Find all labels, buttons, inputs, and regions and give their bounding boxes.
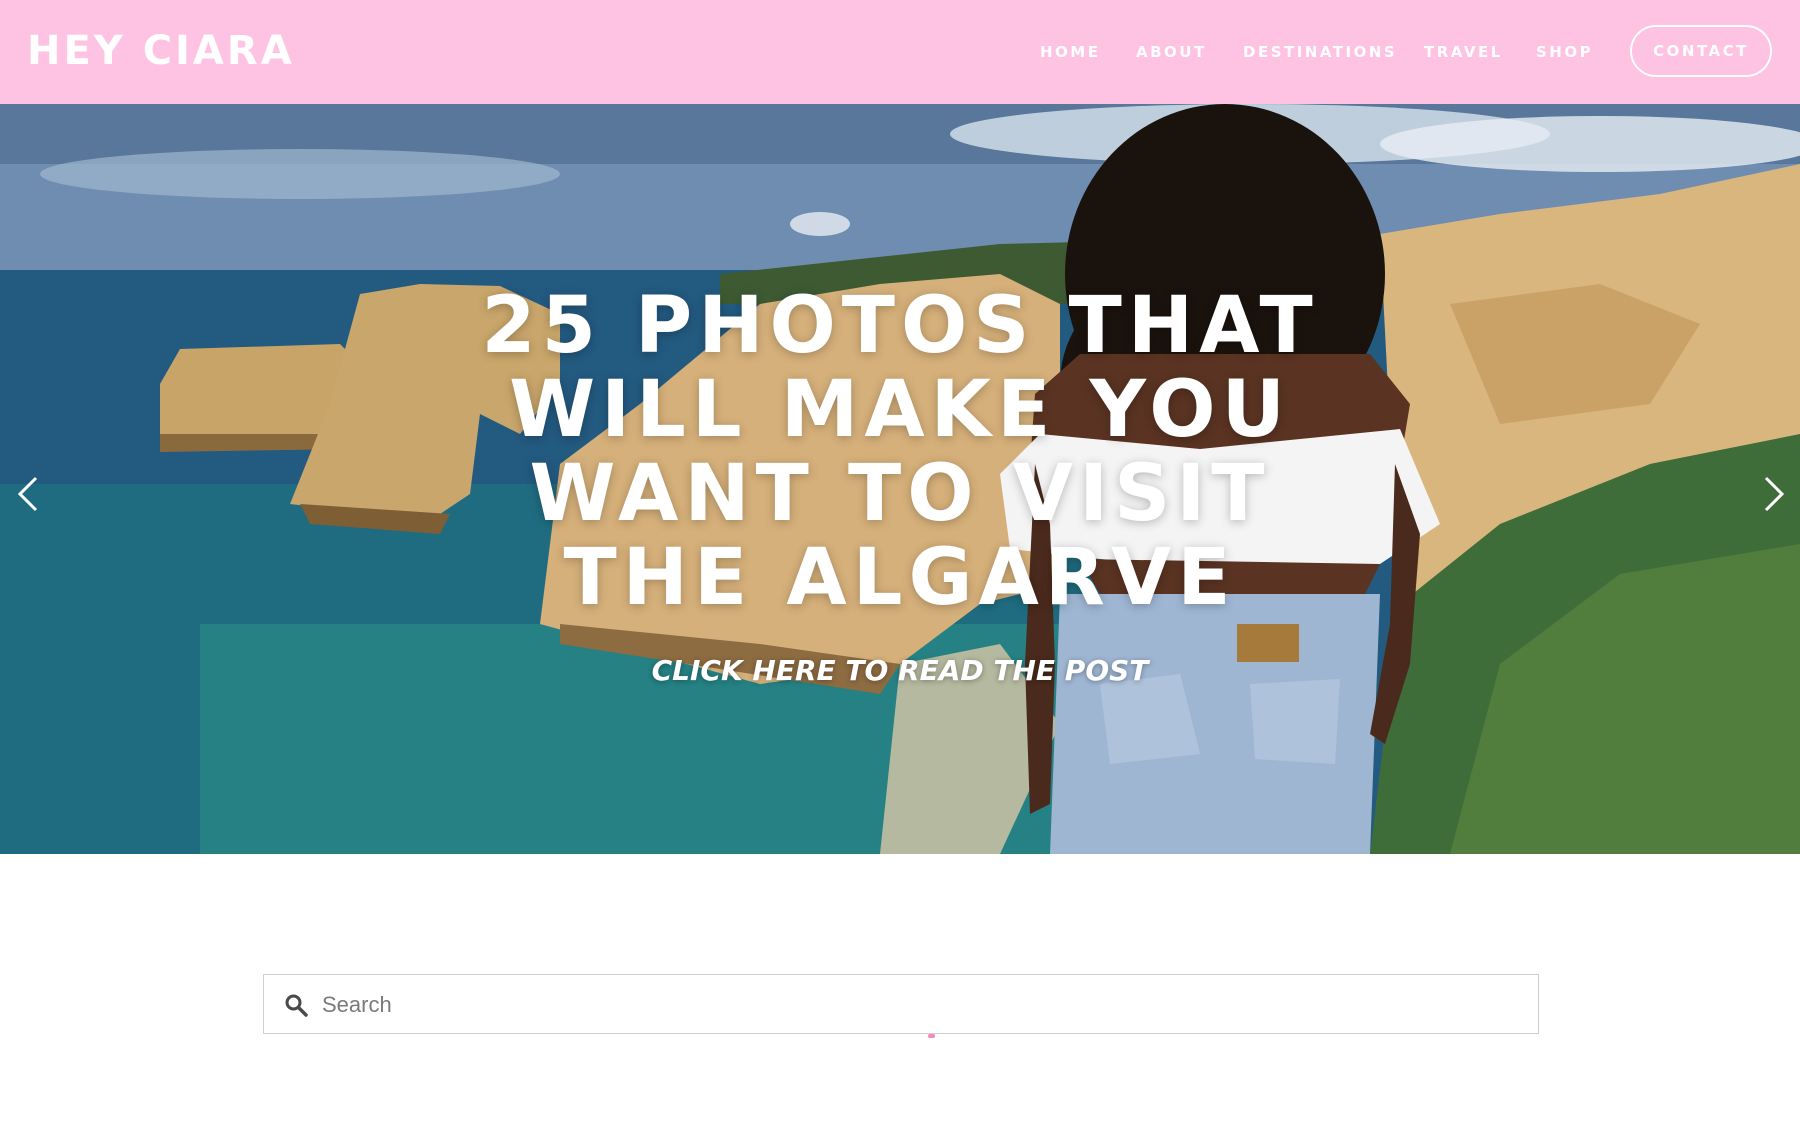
slider-next-button[interactable] [1754,464,1794,524]
nav-travel[interactable]: TRAVEL [1424,42,1503,62]
site-logo[interactable]: HEY CIARA [27,26,295,76]
nav-destinations[interactable]: DESTINATIONS [1243,42,1397,62]
nav-shop[interactable]: SHOP [1536,42,1593,62]
chevron-right-icon [1764,476,1785,512]
search-input[interactable] [320,983,1514,1027]
chevron-left-icon [17,476,38,512]
hero-title: 25 PHOTOS THAT WILL MAKE YOU WANT TO VIS… [481,281,1319,623]
hero-slider: 25 PHOTOS THAT WILL MAKE YOU WANT TO VIS… [0,104,1800,854]
search-bar[interactable] [263,974,1539,1034]
read-post-link[interactable]: CLICK HERE TO READ THE POST [600,654,1200,688]
nav-about[interactable]: ABOUT [1136,42,1207,62]
contact-button[interactable]: CONTACT [1630,25,1772,77]
nav-home[interactable]: HOME [1040,42,1100,62]
site-header: HEY CIARA HOME ABOUT DESTINATIONS TRAVEL… [0,0,1800,104]
search-icon [285,994,308,1017]
slider-prev-button[interactable] [8,464,48,524]
decorative-dot [928,1034,935,1038]
